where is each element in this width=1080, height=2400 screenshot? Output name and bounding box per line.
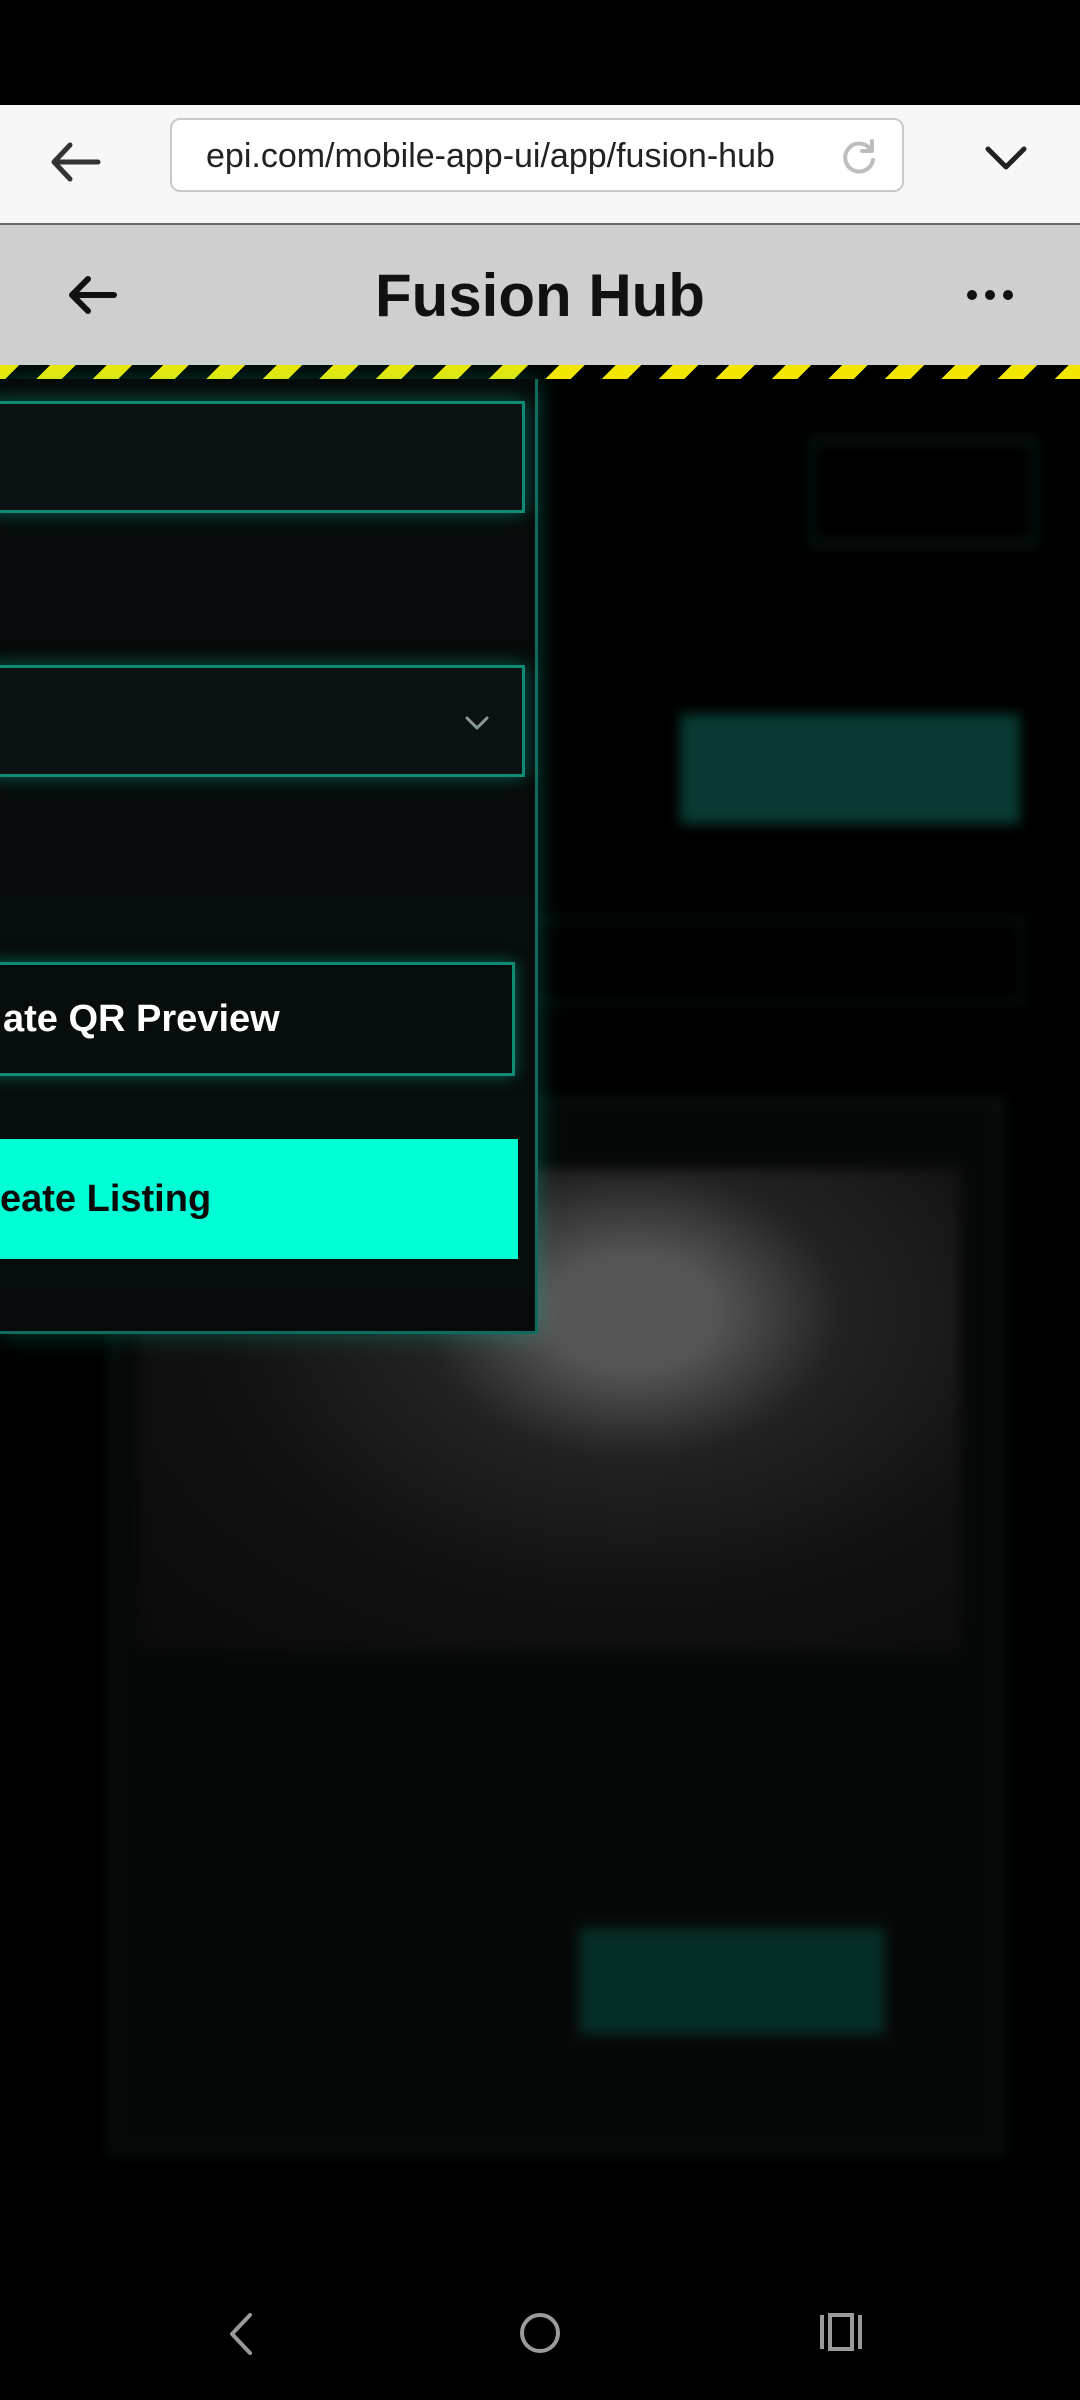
page-title: Fusion Hub: [375, 262, 705, 329]
background-buy-button: [580, 1929, 884, 2033]
reload-icon[interactable]: [838, 136, 880, 178]
hazard-stripe-divider: [0, 365, 1080, 379]
arrow-left-icon[interactable]: [40, 127, 110, 197]
status-bar: [0, 0, 1080, 105]
background-login-button: [810, 439, 1036, 545]
listing-text-input[interactable]: [0, 401, 525, 513]
browser-toolbar: epi.com/mobile-app-ui/app/fusion-hub: [0, 105, 1080, 225]
background-search-field: [480, 919, 1024, 1003]
system-navigation-bar: [0, 2269, 1080, 2400]
address-bar[interactable]: epi.com/mobile-app-ui/app/fusion-hub: [170, 118, 904, 192]
background-create-button: [680, 714, 1020, 824]
nav-back-icon[interactable]: [220, 2309, 264, 2359]
create-listing-button[interactable]: eate Listing: [0, 1139, 518, 1259]
create-listing-modal: ate QR Preview eate Listing: [0, 379, 538, 1334]
url-text: epi.com/mobile-app-ui/app/fusion-hub: [206, 137, 775, 175]
listing-select-dropdown[interactable]: [0, 665, 525, 777]
chevron-down-icon: [465, 716, 489, 730]
more-horizontal-icon[interactable]: [960, 265, 1020, 325]
nav-home-icon[interactable]: [516, 2309, 564, 2357]
generate-qr-preview-button[interactable]: ate QR Preview: [0, 962, 515, 1076]
chevron-down-icon[interactable]: [976, 127, 1036, 187]
nav-recent-apps-icon[interactable]: [816, 2309, 866, 2355]
app-header: Fusion Hub: [0, 225, 1080, 365]
page: epi.com/mobile-app-ui/app/fusion-hub Fus…: [0, 0, 1080, 2400]
